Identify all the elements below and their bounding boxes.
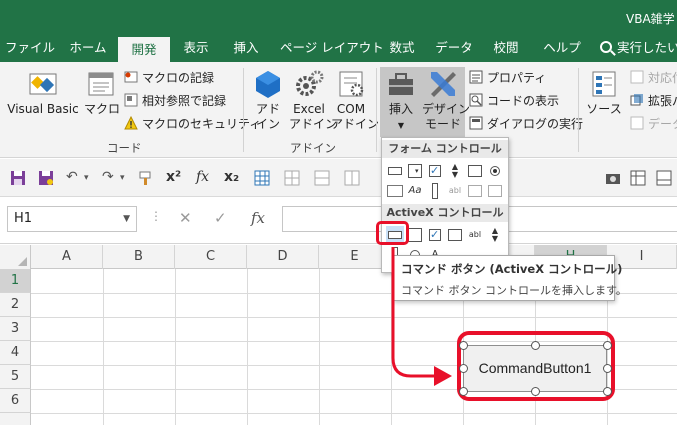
resize-handle[interactable] xyxy=(459,341,468,350)
resize-handle[interactable] xyxy=(603,341,612,350)
command-button-1[interactable]: CommandButton1 xyxy=(463,345,607,392)
resize-handle[interactable] xyxy=(603,364,612,373)
resize-handle[interactable] xyxy=(603,387,612,396)
resize-handle[interactable] xyxy=(459,364,468,373)
resize-handle[interactable] xyxy=(459,387,468,396)
resize-handle[interactable] xyxy=(531,387,540,396)
resize-handle[interactable] xyxy=(531,341,540,350)
